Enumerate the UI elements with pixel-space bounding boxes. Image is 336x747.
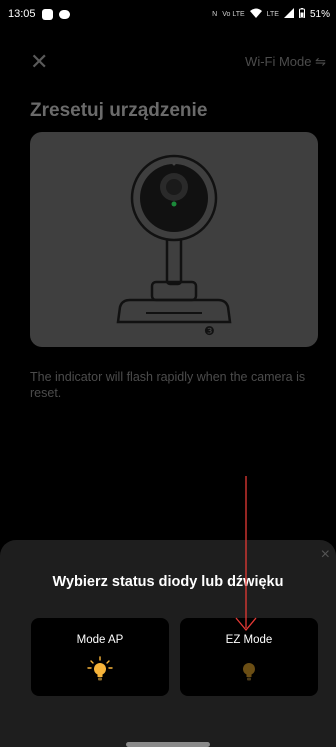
wifi-mode-button[interactable]: Wi-Fi Mode ⇋ <box>245 48 326 76</box>
bulb-dim-icon <box>243 663 255 681</box>
ez-mode-label: EZ Mode <box>225 634 273 646</box>
top-bar: ✕ Wi-Fi Mode ⇋ <box>0 48 336 76</box>
mode-ap-option[interactable]: Mode AP <box>31 618 169 696</box>
home-indicator[interactable] <box>126 742 210 747</box>
close-icon[interactable]: ✕ <box>30 48 48 76</box>
page-title: Zresetuj urządzenie <box>30 100 208 121</box>
status-picker-sheet: × Wybierz status diody lub dźwięku Mode … <box>0 540 336 747</box>
camera-illustration: ❸ <box>30 132 318 347</box>
sheet-close-icon[interactable]: × <box>321 546 330 564</box>
description-text: The indicator will flash rapidly when th… <box>30 370 306 400</box>
bulb-lit-icon <box>87 656 113 681</box>
sheet-title: Wybierz status diody lub dźwięku <box>52 574 284 590</box>
step-badge: ❸ <box>204 324 215 338</box>
mode-ap-label: Mode AP <box>76 634 124 646</box>
ez-mode-option[interactable]: EZ Mode <box>180 618 318 696</box>
camera-icon <box>116 154 232 324</box>
